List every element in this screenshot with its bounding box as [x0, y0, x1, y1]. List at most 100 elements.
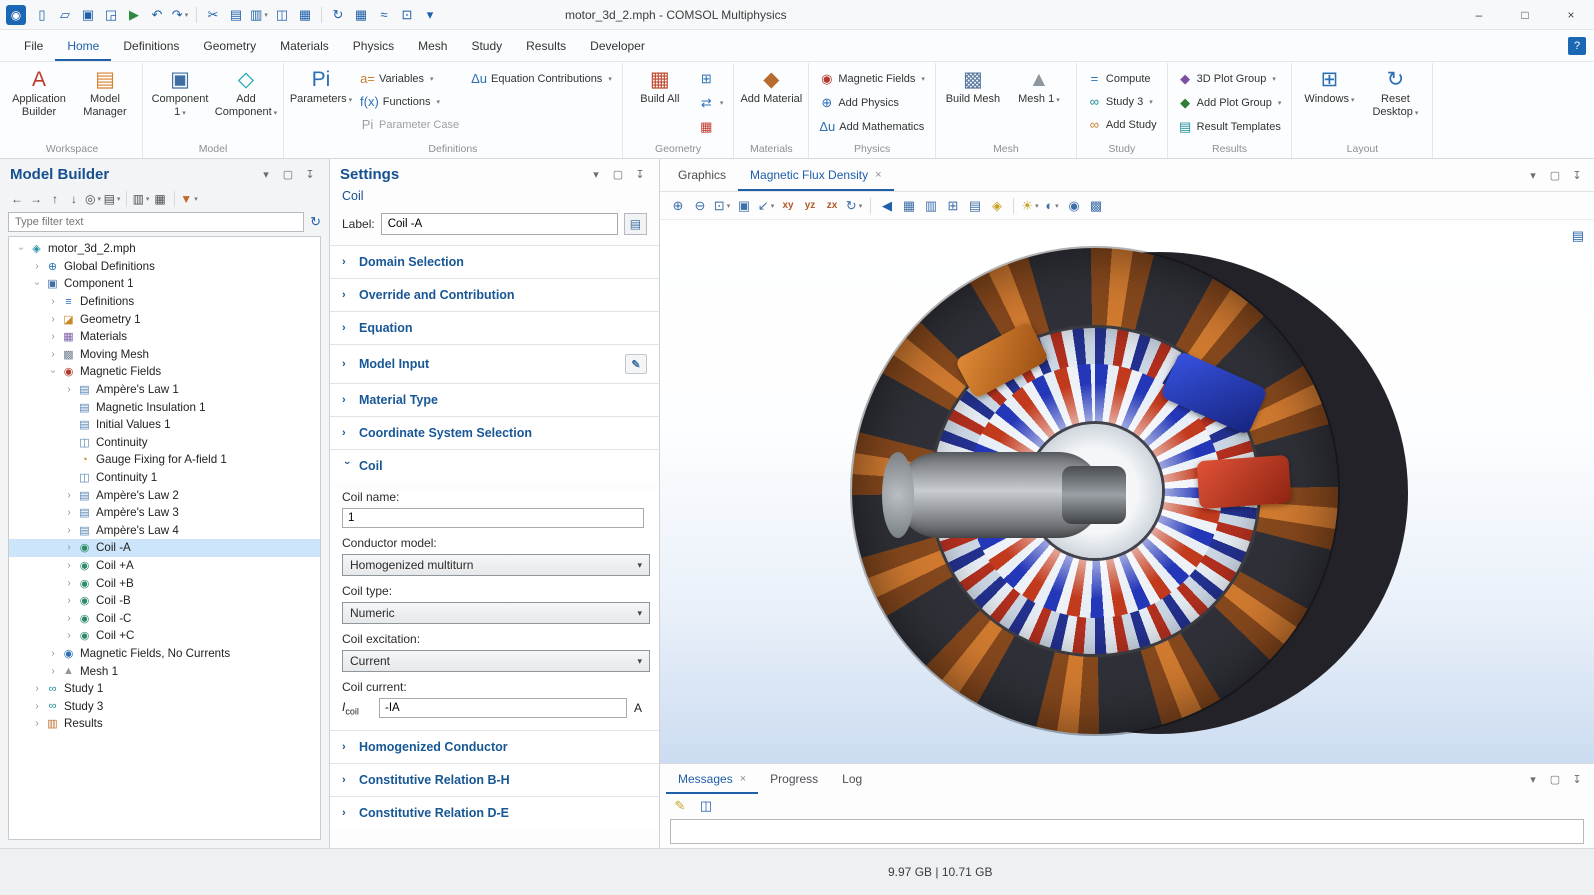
- ribbon-add-plot-group[interactable]: ◆Add Plot Group▾: [1172, 91, 1288, 115]
- ribbon-equation-contributions[interactable]: ΔuEquation Contributions▾: [465, 67, 618, 90]
- environment-button[interactable]: ◐▾: [1042, 196, 1062, 216]
- collapse-button[interactable]: ▾: [587, 165, 605, 183]
- minimize-button[interactable]: –: [1456, 0, 1502, 30]
- go-to-view-button[interactable]: ↙▾: [756, 196, 776, 216]
- expander-icon[interactable]: ›: [63, 560, 75, 571]
- copy-button[interactable]: ▤: [225, 4, 247, 26]
- forward-button[interactable]: →: [27, 190, 45, 208]
- show-button[interactable]: ◎▾: [84, 190, 102, 208]
- ribbon-result-templates[interactable]: ▤Result Templates: [1172, 115, 1288, 139]
- float-button[interactable]: ▢: [1546, 166, 1564, 184]
- expander-icon[interactable]: ›: [47, 296, 59, 307]
- ribbon-add-physics[interactable]: ⊕Add Physics: [813, 91, 931, 115]
- ribbon-model-manager[interactable]: ▤Model Manager: [72, 63, 138, 121]
- print-button[interactable]: ▩: [1086, 196, 1106, 216]
- edit-button[interactable]: ✎: [625, 354, 647, 374]
- move-down-button[interactable]: ↓: [65, 190, 83, 208]
- expander-icon[interactable]: ›: [63, 384, 75, 395]
- expander-icon[interactable]: ›: [63, 525, 75, 536]
- section-coil[interactable]: ›Coil: [330, 449, 659, 482]
- ribbon-mesh-1[interactable]: ▲Mesh 1▾: [1006, 63, 1072, 108]
- ribbon-build-all[interactable]: ▦Build All: [627, 63, 693, 108]
- menu-home[interactable]: Home: [55, 30, 111, 61]
- section-homogenized-conductor[interactable]: ›Homogenized Conductor: [330, 730, 659, 763]
- ribbon-compute[interactable]: =Compute: [1081, 67, 1163, 90]
- pin-button[interactable]: ↧: [301, 165, 319, 183]
- close-icon[interactable]: ×: [740, 773, 746, 785]
- run-button[interactable]: ▶: [123, 4, 145, 26]
- expander-icon[interactable]: ›: [63, 613, 75, 624]
- zoom-extents-button[interactable]: ⊡: [396, 4, 418, 26]
- plot-button[interactable]: ≈: [373, 4, 395, 26]
- filter-input[interactable]: [8, 212, 304, 232]
- float-button[interactable]: ▢: [609, 165, 627, 183]
- ribbon-application-builder[interactable]: AApplication Builder: [6, 63, 72, 121]
- ribbon-build-mesh[interactable]: ▩Build Mesh: [940, 63, 1006, 108]
- menu-materials[interactable]: Materials: [268, 30, 341, 61]
- expander-icon[interactable]: ›: [32, 278, 43, 290]
- ribbon-delete-geometry-sequence[interactable]: ▦: [693, 115, 730, 139]
- close-button[interactable]: ×: [1548, 0, 1594, 30]
- coil-excitation-select[interactable]: Current▾: [342, 650, 650, 672]
- tab-messages[interactable]: Messages×: [666, 764, 758, 794]
- move-up-button[interactable]: ↑: [46, 190, 64, 208]
- ribbon-parameters[interactable]: PiParameters▾: [288, 63, 354, 108]
- update-solution-button[interactable]: ↻: [327, 4, 349, 26]
- tree-item-component-1[interactable]: ›▣Component 1: [9, 275, 320, 293]
- tree-item-amp-re-s-law-3[interactable]: ›▤Ampère's Law 3: [9, 504, 320, 522]
- ribbon-windows[interactable]: ⊞Windows▾: [1296, 63, 1362, 108]
- menu-physics[interactable]: Physics: [341, 30, 406, 61]
- tree-item-study-1[interactable]: ›∞Study 1: [9, 680, 320, 698]
- ribbon-3d-plot-group[interactable]: ◆3D Plot Group▾: [1172, 67, 1288, 91]
- cut-button[interactable]: ✂: [202, 4, 224, 26]
- section-equation[interactable]: ›Equation: [330, 311, 659, 344]
- new-file-button[interactable]: ▯: [31, 4, 53, 26]
- tree-item-continuity-1[interactable]: ◫Continuity 1: [9, 469, 320, 487]
- section-domain-selection[interactable]: ›Domain Selection: [330, 245, 659, 278]
- tree-item-coil-a[interactable]: ›◉Coil -A: [9, 539, 320, 557]
- expander-icon[interactable]: ›: [63, 595, 75, 606]
- ribbon-component-1[interactable]: ▣Component 1▾: [147, 63, 213, 121]
- section-override-and-contribution[interactable]: ›Override and Contribution: [330, 278, 659, 311]
- tree-item-magnetic-fields[interactable]: ›◉Magnetic Fields: [9, 363, 320, 381]
- menu-developer[interactable]: Developer: [578, 30, 657, 61]
- close-icon[interactable]: ×: [875, 169, 881, 181]
- tree-item-definitions[interactable]: ›≡Definitions: [9, 293, 320, 311]
- model-tree-nodes-button[interactable]: ▦: [151, 190, 169, 208]
- tree-item-amp-re-s-law-2[interactable]: ›▤Ampère's Law 2: [9, 486, 320, 504]
- menu-study[interactable]: Study: [459, 30, 514, 61]
- first-frame-button[interactable]: ▤: [965, 196, 985, 216]
- tree-item-continuity[interactable]: ◫Continuity: [9, 434, 320, 452]
- expander-icon[interactable]: ›: [48, 366, 59, 378]
- customize-toolbar-button[interactable]: ▾: [419, 4, 441, 26]
- open-file-button[interactable]: ▱: [54, 4, 76, 26]
- tree-item-amp-re-s-law-1[interactable]: ›▤Ampère's Law 1: [9, 381, 320, 399]
- duplicate-button[interactable]: ◫: [271, 4, 293, 26]
- view-zx-button[interactable]: zx: [822, 196, 842, 216]
- menu-file[interactable]: File: [12, 30, 55, 61]
- collapse-all-button[interactable]: ▤▾: [103, 190, 121, 208]
- section-coordinate-system-selection[interactable]: ›Coordinate System Selection: [330, 416, 659, 449]
- refresh-icon[interactable]: ↻: [310, 214, 321, 230]
- expander-icon[interactable]: ›: [63, 630, 75, 641]
- pin-button[interactable]: ↧: [1568, 166, 1586, 184]
- ribbon-variables[interactable]: a=Variables▾: [354, 67, 465, 90]
- menu-geometry[interactable]: Geometry: [191, 30, 268, 61]
- paste-button[interactable]: ▥▾: [248, 4, 270, 26]
- ribbon-insert-geometry-sequence[interactable]: ⊞: [693, 67, 730, 91]
- tab-magnetic-flux-density[interactable]: Magnetic Flux Density×: [738, 159, 893, 191]
- ribbon-add-material[interactable]: ◆Add Material: [738, 63, 804, 108]
- tree-item-geometry-1[interactable]: ›◪Geometry 1: [9, 310, 320, 328]
- coil-name-input[interactable]: [342, 508, 644, 528]
- save-button[interactable]: ▣: [77, 4, 99, 26]
- zoom-box-button[interactable]: ⊡▾: [712, 196, 732, 216]
- expander-icon[interactable]: ›: [31, 718, 43, 729]
- tree-item-moving-mesh[interactable]: ›▩Moving Mesh: [9, 346, 320, 364]
- delete-button[interactable]: ▦: [294, 4, 316, 26]
- collapse-button[interactable]: ▾: [1524, 770, 1542, 788]
- tree-item-study-3[interactable]: ›∞Study 3: [9, 697, 320, 715]
- maximize-button[interactable]: □: [1502, 0, 1548, 30]
- ribbon-study-3[interactable]: ∞Study 3▾: [1081, 90, 1163, 113]
- float-button[interactable]: ▢: [279, 165, 297, 183]
- redo-button[interactable]: ↷▾: [169, 4, 191, 26]
